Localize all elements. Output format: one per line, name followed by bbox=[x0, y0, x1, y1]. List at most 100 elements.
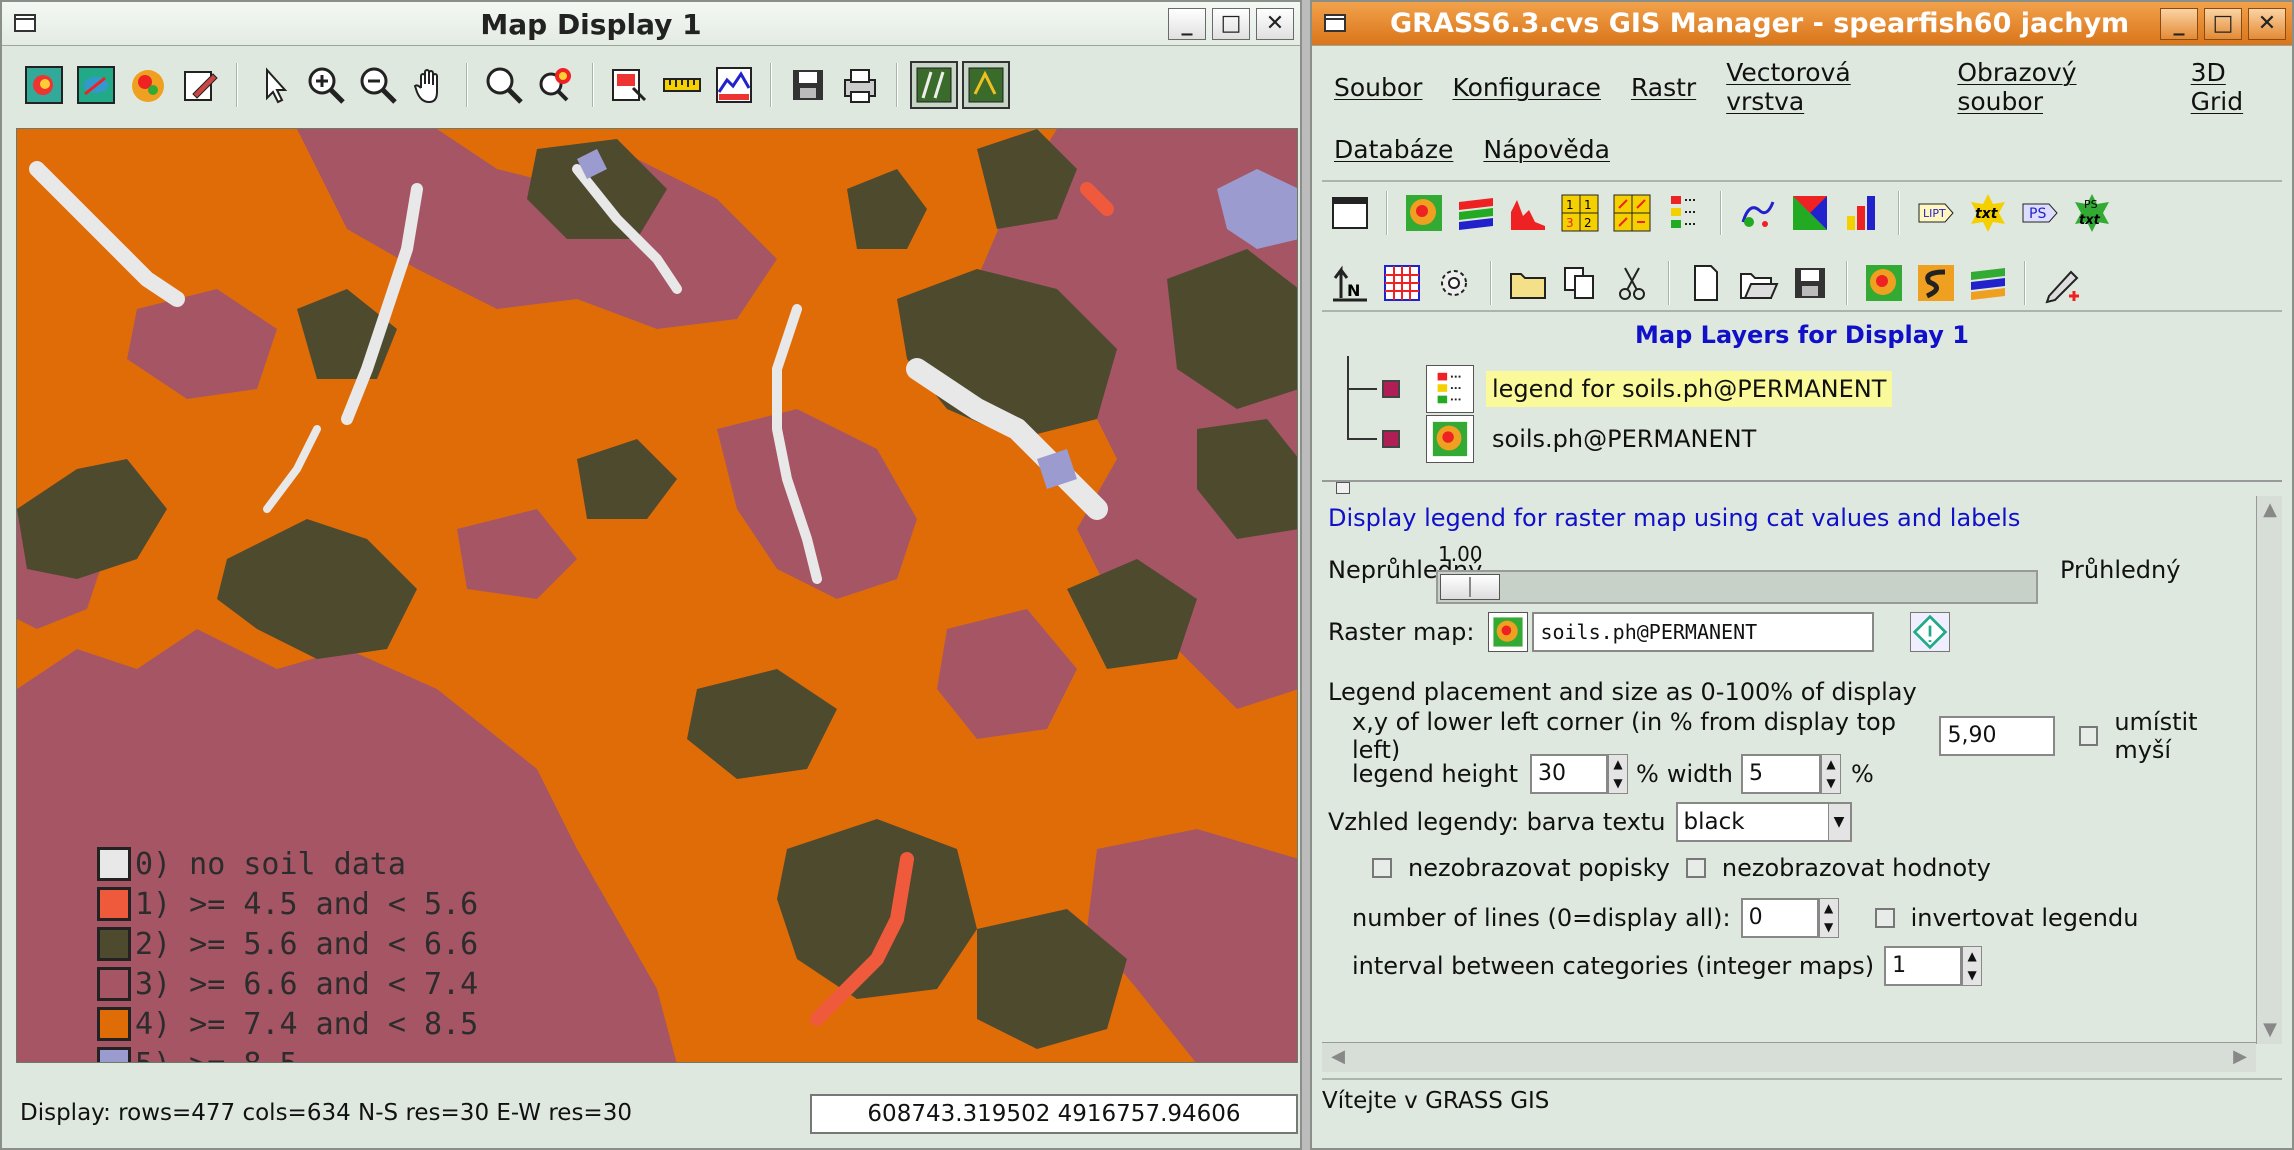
spin-up-icon[interactable]: ▲ bbox=[1820, 899, 1838, 918]
no-values-checkbox[interactable] bbox=[1685, 858, 1706, 878]
render-icon[interactable] bbox=[124, 61, 172, 109]
menu-database[interactable]: Databáze bbox=[1334, 135, 1453, 164]
close-button[interactable]: ✕ bbox=[2248, 8, 2286, 40]
save-file-icon[interactable] bbox=[1786, 259, 1834, 307]
zoom-in-icon[interactable] bbox=[302, 61, 350, 109]
save-icon[interactable] bbox=[784, 61, 832, 109]
spin-down-icon[interactable]: ▼ bbox=[1963, 966, 1981, 985]
delete-icon[interactable] bbox=[1608, 259, 1656, 307]
digitize-pencil-icon[interactable] bbox=[2038, 259, 2086, 307]
menu-rastr[interactable]: Rastr bbox=[1631, 73, 1696, 102]
raster-layer-icon[interactable] bbox=[1400, 189, 1448, 237]
invert-legend-checkbox[interactable] bbox=[1874, 908, 1895, 928]
menu-3d-grid[interactable]: 3D Grid bbox=[2191, 58, 2282, 116]
spin-up-icon[interactable]: ▲ bbox=[1963, 947, 1981, 966]
thematic-vector-icon[interactable] bbox=[1786, 189, 1834, 237]
erase-icon[interactable] bbox=[176, 61, 224, 109]
layer-label[interactable]: soils.ph@PERMANENT bbox=[1486, 421, 1762, 457]
pane-sash[interactable] bbox=[1322, 480, 2282, 494]
raster-map-input[interactable]: soils.ph@PERMANENT bbox=[1532, 612, 1875, 652]
zoom-back-icon[interactable] bbox=[480, 61, 528, 109]
thematic-chart-icon[interactable] bbox=[1838, 189, 1886, 237]
xy-input[interactable]: 5,90 bbox=[1939, 716, 2055, 756]
display-map-icon[interactable] bbox=[20, 61, 68, 109]
scroll-right-icon[interactable]: ▶ bbox=[2228, 1045, 2252, 1069]
north-arrow-icon[interactable]: N bbox=[1326, 259, 1374, 307]
opacity-slider[interactable] bbox=[1436, 570, 2038, 604]
redraw-icon[interactable] bbox=[72, 61, 120, 109]
menu-soubor[interactable]: Soubor bbox=[1334, 73, 1422, 102]
vector-layer-icon[interactable] bbox=[1734, 189, 1782, 237]
width-input[interactable]: 5 bbox=[1740, 754, 1821, 794]
vertical-scrollbar[interactable]: ▲ ▼ bbox=[2256, 496, 2282, 1044]
no-labels-checkbox[interactable] bbox=[1372, 858, 1392, 878]
maximize-button[interactable]: □ bbox=[1212, 8, 1250, 40]
layer-item[interactable]: legend for soils.ph@PERMANENT bbox=[1382, 364, 1893, 414]
interval-input[interactable]: 1 bbox=[1884, 946, 1963, 986]
postscript-label-icon[interactable]: PS bbox=[2016, 189, 2064, 237]
raster-digitize-icon[interactable] bbox=[962, 61, 1010, 109]
zoom-menu-icon[interactable] bbox=[532, 61, 580, 109]
map-titlebar[interactable]: Map Display 1 _ □ ✕ bbox=[2, 2, 1300, 46]
new-file-icon[interactable] bbox=[1682, 259, 1730, 307]
scroll-up-icon[interactable]: ▲ bbox=[2258, 498, 2282, 522]
spin-down-icon[interactable]: ▼ bbox=[1820, 918, 1838, 937]
maximize-button[interactable]: □ bbox=[2204, 8, 2242, 40]
lines-spinbox[interactable]: 0 ▲ ▼ bbox=[1740, 898, 1839, 938]
height-input[interactable]: 30 bbox=[1530, 754, 1609, 794]
layer-label[interactable]: legend for soils.ph@PERMANENT bbox=[1486, 371, 1893, 407]
spin-down-icon[interactable]: ▼ bbox=[1822, 774, 1840, 793]
width-spinbox[interactable]: 5 ▲ ▼ bbox=[1740, 754, 1841, 794]
legend-icon[interactable] bbox=[1660, 189, 1708, 237]
zoom-out-icon[interactable] bbox=[354, 61, 402, 109]
map-canvas[interactable]: 0) no soil data 1) >= 4.5 and < 5.6 2) >… bbox=[16, 128, 1298, 1063]
menu-vector[interactable]: Vectorová vrstva bbox=[1726, 58, 1927, 116]
window-menu-icon[interactable] bbox=[1324, 14, 1346, 32]
open-file-icon[interactable] bbox=[1734, 259, 1782, 307]
analyze-icon[interactable] bbox=[606, 61, 654, 109]
label-icon[interactable]: LIPT bbox=[1912, 189, 1960, 237]
chevron-down-icon[interactable]: ▼ bbox=[1827, 804, 1850, 840]
layer-visibility-checkbox[interactable] bbox=[1382, 380, 1400, 398]
profile-icon[interactable] bbox=[710, 61, 758, 109]
raster-select-icon[interactable] bbox=[1488, 612, 1529, 652]
menu-help[interactable]: Nápověda bbox=[1483, 135, 1610, 164]
vector-digitize-icon[interactable] bbox=[910, 61, 958, 109]
opacity-slider-handle[interactable] bbox=[1440, 574, 1500, 600]
text-color-select[interactable]: black ▼ bbox=[1675, 802, 1852, 842]
duplicate-icon[interactable] bbox=[1556, 259, 1604, 307]
histogram-icon[interactable] bbox=[1504, 189, 1552, 237]
measure-icon[interactable] bbox=[658, 61, 706, 109]
minimize-button[interactable]: _ bbox=[2160, 8, 2198, 40]
manager-titlebar[interactable]: GRASS6.3.cvs GIS Manager - spearfish60 j… bbox=[1312, 2, 2292, 46]
layered-raster-icon[interactable] bbox=[1964, 259, 2012, 307]
spin-up-icon[interactable]: ▲ bbox=[1609, 755, 1627, 774]
pan-icon[interactable] bbox=[406, 61, 454, 109]
print-icon[interactable] bbox=[836, 61, 884, 109]
rgb-layer-icon[interactable] bbox=[1452, 189, 1500, 237]
arrows-icon[interactable] bbox=[1608, 189, 1656, 237]
interval-spinbox[interactable]: 1 ▲ ▼ bbox=[1884, 946, 1983, 986]
spin-up-icon[interactable]: ▲ bbox=[1822, 755, 1840, 774]
raster-digitize-icon[interactable] bbox=[1860, 259, 1908, 307]
minimize-button[interactable]: _ bbox=[1168, 8, 1206, 40]
menu-image[interactable]: Obrazový soubor bbox=[1957, 58, 2160, 116]
pointer-icon[interactable] bbox=[250, 61, 298, 109]
menu-konfigurace[interactable]: Konfigurace bbox=[1452, 73, 1600, 102]
height-spinbox[interactable]: 30 ▲ ▼ bbox=[1530, 754, 1629, 794]
text-layer-icon[interactable]: txt bbox=[1964, 189, 2012, 237]
lines-input[interactable]: 0 bbox=[1740, 898, 1819, 938]
command-icon[interactable] bbox=[1430, 259, 1478, 307]
layer-visibility-checkbox[interactable] bbox=[1382, 430, 1400, 448]
spin-down-icon[interactable]: ▼ bbox=[1609, 774, 1627, 793]
new-display-icon[interactable] bbox=[1326, 189, 1374, 237]
postscript-text-icon[interactable]: PS txt bbox=[2068, 189, 2116, 237]
grid-icon[interactable] bbox=[1378, 259, 1426, 307]
place-mouse-checkbox[interactable] bbox=[2079, 726, 2099, 746]
horizontal-scrollbar[interactable]: ◀ ▶ bbox=[1322, 1042, 2256, 1072]
scroll-down-icon[interactable]: ▼ bbox=[2258, 1018, 2282, 1042]
shaded-relief-icon[interactable] bbox=[1912, 259, 1960, 307]
layer-item[interactable]: soils.ph@PERMANENT bbox=[1382, 414, 1762, 464]
add-group-icon[interactable] bbox=[1504, 259, 1552, 307]
help-icon[interactable] bbox=[1910, 612, 1951, 652]
